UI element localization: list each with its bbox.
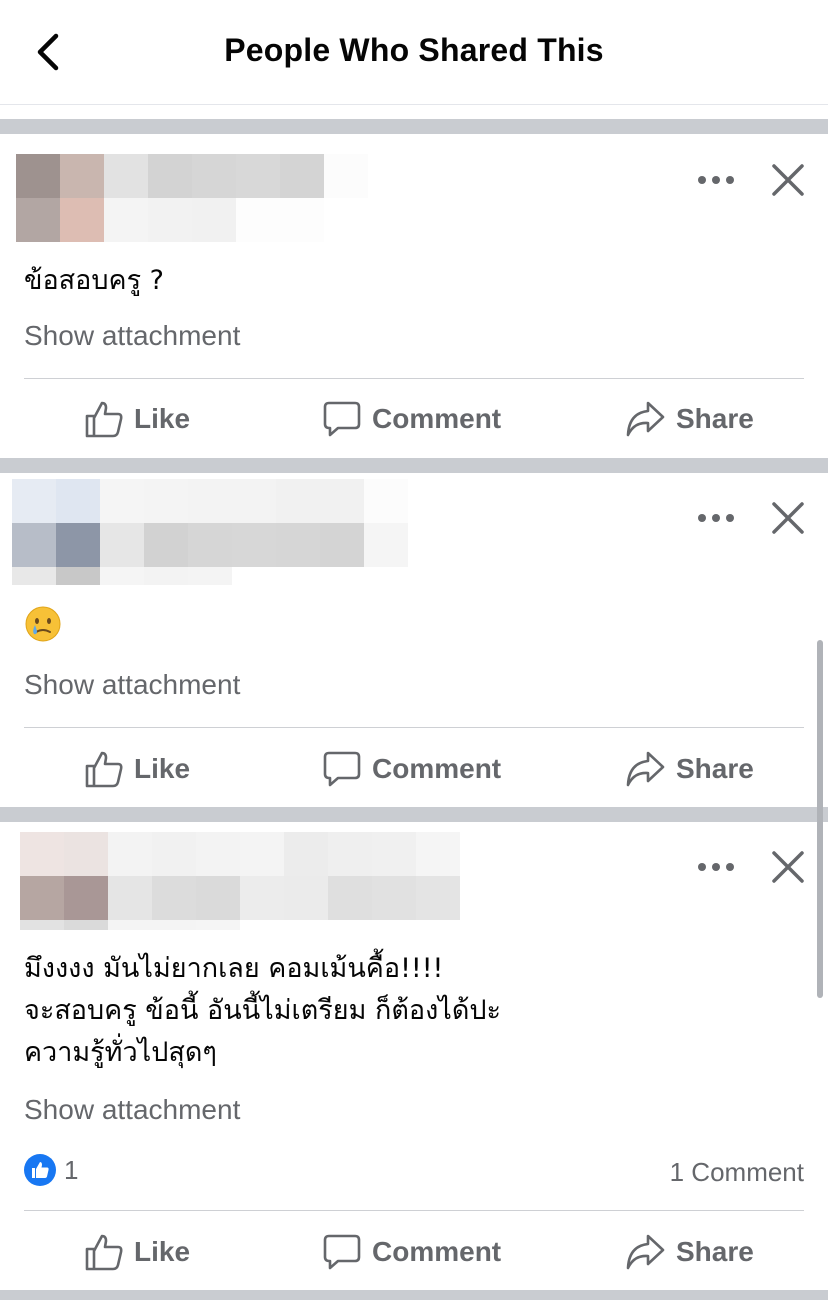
- comment-label: Comment: [372, 753, 502, 784]
- shared-post: ข้อสอบครู ? Show attachment Like Comment…: [0, 134, 828, 458]
- comment-button[interactable]: Comment: [322, 399, 501, 439]
- post-text: ข้อสอบครู ?: [24, 265, 164, 296]
- divider: [24, 1210, 804, 1211]
- close-icon[interactable]: [770, 500, 806, 536]
- share-arrow-icon: [626, 751, 665, 787]
- comment-label: Comment: [372, 403, 502, 434]
- section-separator: [0, 807, 828, 822]
- show-attachment-link[interactable]: Show attachment: [24, 1094, 240, 1126]
- more-options-icon[interactable]: [696, 508, 736, 528]
- comment-bubble-icon: [323, 401, 361, 437]
- like-label: Like: [134, 403, 191, 434]
- comment-count-link[interactable]: 1 Comment: [670, 1157, 804, 1188]
- comment-button[interactable]: Comment: [322, 749, 501, 789]
- blurred-author-name: [12, 479, 408, 567]
- close-icon[interactable]: [770, 162, 806, 198]
- blurred-author-name: [20, 832, 460, 920]
- comment-label: Comment: [372, 1236, 502, 1267]
- post-text: มึงงงง มันไม่ยากเลย คอมเม้นคื้อ!!!! จะสอ…: [24, 953, 502, 1068]
- share-button[interactable]: Share: [624, 399, 754, 439]
- page-title: People Who Shared This: [224, 32, 604, 68]
- reaction-summary[interactable]: 1: [24, 1154, 78, 1186]
- blurred-author-name: [16, 154, 412, 242]
- crying-face-emoji: [25, 606, 61, 642]
- share-arrow-icon: [626, 1234, 665, 1270]
- close-icon[interactable]: [770, 849, 806, 885]
- show-attachment-link[interactable]: Show attachment: [24, 669, 240, 701]
- section-separator: [0, 458, 828, 473]
- like-button[interactable]: Like: [84, 399, 190, 439]
- scrollbar[interactable]: [817, 640, 823, 998]
- like-button[interactable]: Like: [84, 1232, 190, 1272]
- shared-post: Show attachment Like Comment Share: [0, 473, 828, 807]
- share-label: Share: [676, 403, 754, 434]
- top-bar: People Who Shared This: [0, 0, 828, 105]
- thumbs-up-icon: [85, 1234, 123, 1271]
- section-separator: [0, 119, 828, 134]
- like-reaction-icon: [24, 1154, 56, 1186]
- section-separator: [0, 1290, 828, 1300]
- shared-post: มึงงงง มันไม่ยากเลย คอมเม้นคื้อ!!!! จะสอ…: [0, 822, 828, 1290]
- like-label: Like: [134, 753, 191, 784]
- share-label: Share: [676, 753, 754, 784]
- show-attachment-link[interactable]: Show attachment: [24, 320, 240, 352]
- comment-button[interactable]: Comment: [322, 1232, 501, 1272]
- thumbs-up-icon: [85, 401, 123, 438]
- more-options-icon[interactable]: [696, 857, 736, 877]
- divider: [24, 727, 804, 728]
- share-arrow-icon: [626, 401, 665, 437]
- share-button[interactable]: Share: [624, 1232, 754, 1272]
- divider: [24, 378, 804, 379]
- like-button[interactable]: Like: [84, 749, 190, 789]
- more-options-icon[interactable]: [696, 170, 736, 190]
- thumbs-up-icon: [85, 751, 123, 788]
- comment-bubble-icon: [323, 1234, 361, 1270]
- comment-bubble-icon: [323, 751, 361, 787]
- reaction-count: 1: [64, 1154, 79, 1185]
- like-label: Like: [134, 1236, 191, 1267]
- share-label: Share: [676, 1236, 754, 1267]
- share-button[interactable]: Share: [624, 749, 754, 789]
